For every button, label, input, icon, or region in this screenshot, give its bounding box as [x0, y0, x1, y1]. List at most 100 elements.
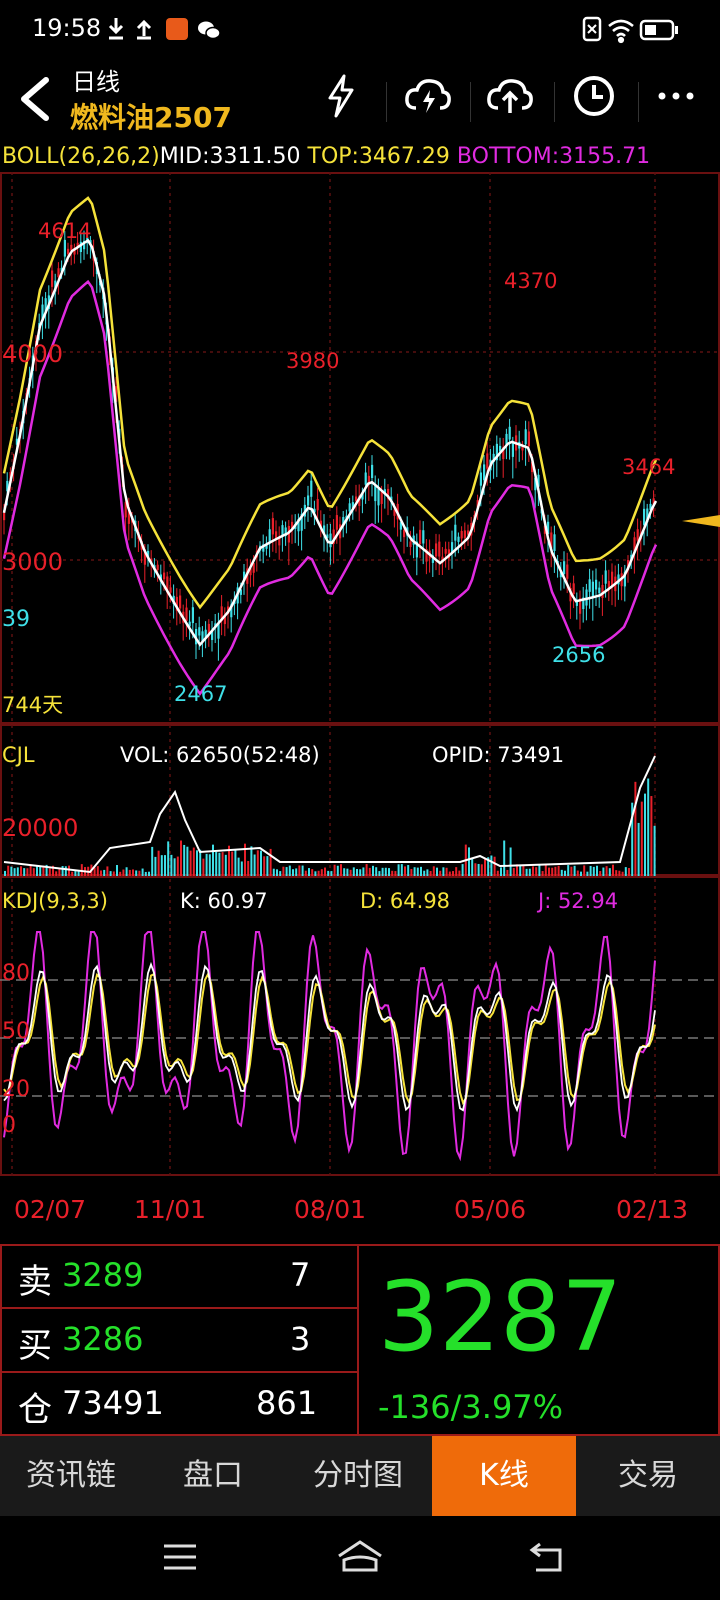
tab-news-chain[interactable]: 资讯链	[0, 1436, 142, 1516]
cloud-lightning-icon[interactable]	[404, 76, 452, 116]
volume-bar	[234, 849, 237, 876]
volume-bar	[240, 861, 243, 876]
kline-chart-area[interactable]: 4000 3000 39 744天 4614 3980 4370 3464 24…	[0, 172, 720, 1244]
volume-bar	[381, 867, 384, 876]
kdj-y-label-80: 80	[2, 961, 30, 986]
date-label-0: 02/07	[14, 1195, 86, 1224]
candle-body	[604, 570, 607, 584]
candle-body	[454, 524, 457, 541]
volume-bar	[304, 870, 307, 876]
volume-bar	[621, 871, 624, 876]
boll-bottom: BOTTOM:3155.71	[456, 144, 651, 169]
tab-kline[interactable]: K线	[432, 1436, 576, 1516]
volume-bar	[96, 866, 99, 876]
candle-body	[377, 488, 380, 506]
annotation-low-2656: 2656	[552, 643, 605, 667]
volume-bar	[61, 866, 64, 876]
home-icon[interactable]	[336, 1538, 384, 1574]
volume-bar	[346, 868, 349, 876]
volume-bar	[618, 870, 621, 876]
volume-bar	[333, 864, 336, 876]
volume-bar	[548, 867, 550, 876]
volume-bar	[116, 865, 118, 876]
date-label-2: 08/01	[294, 1195, 366, 1224]
volume-bar	[458, 870, 461, 876]
volume-bar	[285, 867, 288, 876]
panel-border	[0, 172, 720, 724]
volume-bar	[388, 868, 390, 876]
annotation-low-2467: 2467	[174, 682, 227, 706]
volume-bar	[506, 869, 509, 876]
candle-body	[380, 491, 383, 504]
candle-body	[508, 426, 511, 440]
volume-bar	[580, 871, 582, 876]
clock-icon[interactable]	[572, 74, 616, 118]
volume-bar	[13, 868, 16, 876]
candle-body	[191, 607, 194, 624]
kdj-d-value: D: 64.98	[360, 889, 450, 913]
volume-bar	[525, 868, 528, 876]
tab-time-sharing[interactable]: 分时图	[284, 1436, 432, 1516]
back-nav-icon[interactable]	[528, 1538, 568, 1574]
candle-body	[511, 441, 514, 457]
volume-bar	[445, 867, 448, 876]
annotation-recent-high-3464: 3464	[622, 455, 675, 479]
contract-name[interactable]: 燃料油2507	[70, 96, 232, 136]
volume-bar	[212, 844, 214, 876]
volume-bar	[186, 846, 189, 876]
menu-icon[interactable]	[162, 1542, 198, 1572]
volume-bar	[410, 868, 413, 876]
volume-bar	[375, 867, 378, 876]
last-price: 3287	[378, 1261, 623, 1373]
volume-bar	[189, 850, 192, 876]
volume-bar	[39, 865, 42, 876]
volume-bar	[493, 856, 496, 876]
wifi-icon	[608, 19, 634, 44]
cloud-upload-icon[interactable]	[486, 76, 534, 116]
volume-bar	[260, 850, 262, 876]
volume-bar	[295, 868, 298, 876]
tab-order-book[interactable]: 盘口	[142, 1436, 284, 1516]
candle-body	[483, 464, 486, 481]
back-icon[interactable]	[14, 74, 54, 124]
candle-body	[364, 472, 367, 485]
candle-body	[156, 564, 159, 570]
kdj-y-label-0: 0	[2, 1113, 16, 1138]
candle-body	[185, 607, 188, 621]
volume-bar	[532, 866, 534, 876]
volume-bar	[263, 856, 266, 876]
candle-body	[271, 518, 274, 535]
volume-bar	[500, 867, 502, 876]
status-bar: 19:58	[0, 0, 720, 56]
volume-bar	[564, 870, 566, 876]
price-left-edge-label: 39	[2, 607, 30, 632]
sim-icon	[582, 16, 602, 42]
candle-body	[198, 627, 201, 636]
more-icon[interactable]	[656, 90, 700, 102]
volume-bar	[311, 869, 314, 876]
lightning-icon[interactable]	[324, 74, 358, 118]
volume-bar	[352, 867, 355, 876]
volume-bar	[423, 870, 426, 876]
volume-bar	[359, 869, 362, 876]
volume-bar	[36, 865, 38, 876]
volume-bar	[144, 871, 147, 876]
candle-body	[524, 429, 527, 445]
volume-bar	[32, 868, 35, 876]
volume-bar	[58, 869, 61, 876]
volume-bar	[10, 866, 13, 876]
date-label-4: 02/13	[616, 1195, 688, 1224]
buy-price[interactable]: 3286	[62, 1320, 143, 1358]
volume-bar	[208, 854, 211, 876]
boll-indicator-row[interactable]: BOLL(26,26,2)MID:3311.50 TOP:3467.29 BOT…	[2, 144, 650, 169]
volume-bar	[362, 867, 365, 876]
tab-trade[interactable]: 交易	[576, 1436, 720, 1516]
volume-bar	[218, 852, 221, 876]
sell-price[interactable]: 3289	[62, 1256, 143, 1294]
volume-bar	[554, 866, 557, 876]
volume-bar	[503, 840, 506, 876]
volume-bar	[157, 850, 160, 876]
volume-bar	[202, 858, 205, 876]
volume-bar	[26, 868, 29, 876]
candle-body	[435, 543, 438, 557]
